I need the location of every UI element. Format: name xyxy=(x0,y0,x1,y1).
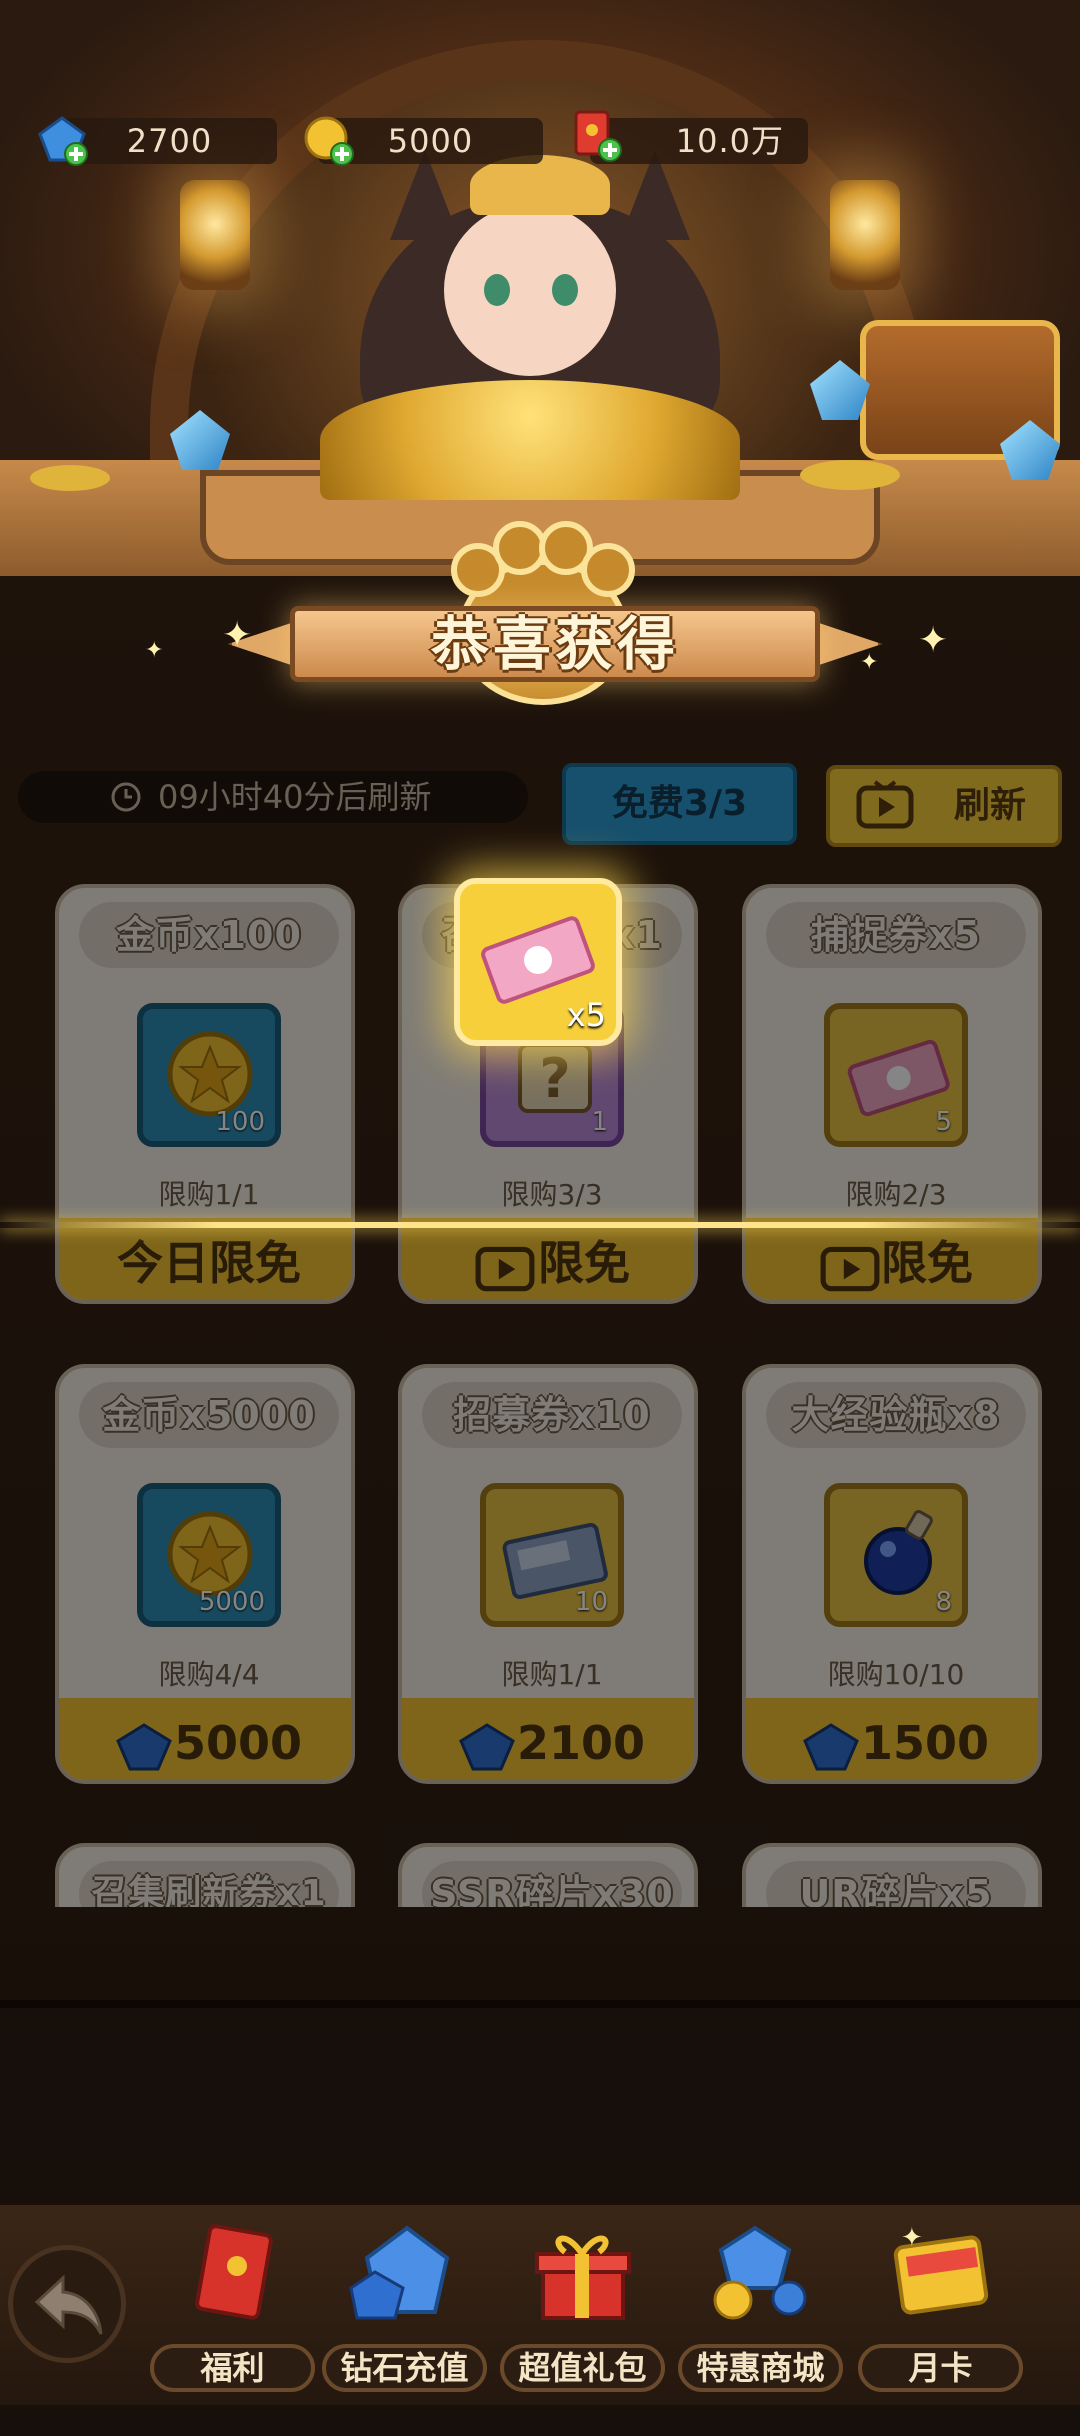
sparkle-icon: ✦ xyxy=(860,650,879,675)
nav-label: 月卡 xyxy=(858,2344,1023,2392)
reward-item-capture-ticket[interactable]: x5 xyxy=(454,878,622,1046)
back-arrow-icon xyxy=(34,2274,103,2335)
crown-icon xyxy=(470,155,610,215)
shop-icon xyxy=(713,2225,807,2320)
reward-quantity: x5 xyxy=(566,996,606,1034)
nav-welfare[interactable]: 福利 xyxy=(150,2222,315,2392)
svg-text:✦: ✦ xyxy=(901,2223,923,2253)
diamond-pile-icon xyxy=(349,2225,450,2320)
shopkeeper-face xyxy=(440,200,620,380)
nav-monthly-card[interactable]: ✦ 月卡 xyxy=(858,2222,1023,2392)
eye xyxy=(484,274,510,306)
nav-value-pack[interactable]: 超值礼包 xyxy=(500,2222,665,2392)
shop-header-scene xyxy=(0,0,1080,580)
eye xyxy=(552,274,578,306)
gift-box-icon xyxy=(535,2235,631,2320)
sparkle-icon: ✦ xyxy=(145,638,164,663)
coin-pile-icon xyxy=(320,380,740,500)
back-button[interactable] xyxy=(8,2245,126,2363)
gold-add-icon[interactable] xyxy=(300,112,356,168)
capture-ticket-icon xyxy=(481,916,595,1004)
nav-label: 特惠商城 xyxy=(678,2344,843,2392)
nav-label: 福利 xyxy=(150,2344,315,2392)
congrats-title: 恭喜获得 xyxy=(430,610,679,678)
envelope-value: 10.0万 xyxy=(675,122,784,160)
coin-icon xyxy=(30,465,110,491)
nav-diamond-recharge[interactable]: 钻石充值 xyxy=(322,2222,487,2392)
red-envelope-icon xyxy=(195,2224,273,2320)
popup-overlay[interactable] xyxy=(0,576,1080,2436)
nav-special-shop[interactable]: 特惠商城 xyxy=(678,2222,843,2392)
nav-label: 超值礼包 xyxy=(500,2344,665,2392)
wall-lamp-icon xyxy=(830,180,900,290)
diamond-value: 2700 xyxy=(126,122,213,160)
sparkle-icon: ✦ xyxy=(222,615,253,656)
gold-value: 5000 xyxy=(387,122,474,160)
nav-label: 钻石充值 xyxy=(322,2344,487,2392)
red-envelope-add-icon[interactable] xyxy=(568,108,624,164)
wall-lamp-icon xyxy=(180,180,250,290)
diamond-add-icon[interactable] xyxy=(34,112,90,168)
monthly-card-icon: ✦ xyxy=(893,2223,989,2315)
sparkle-icon: ✦ xyxy=(918,620,949,661)
reward-glow-line xyxy=(0,1222,1080,1228)
coin-icon xyxy=(800,460,900,490)
diamond-balance: 2700 xyxy=(62,118,277,164)
